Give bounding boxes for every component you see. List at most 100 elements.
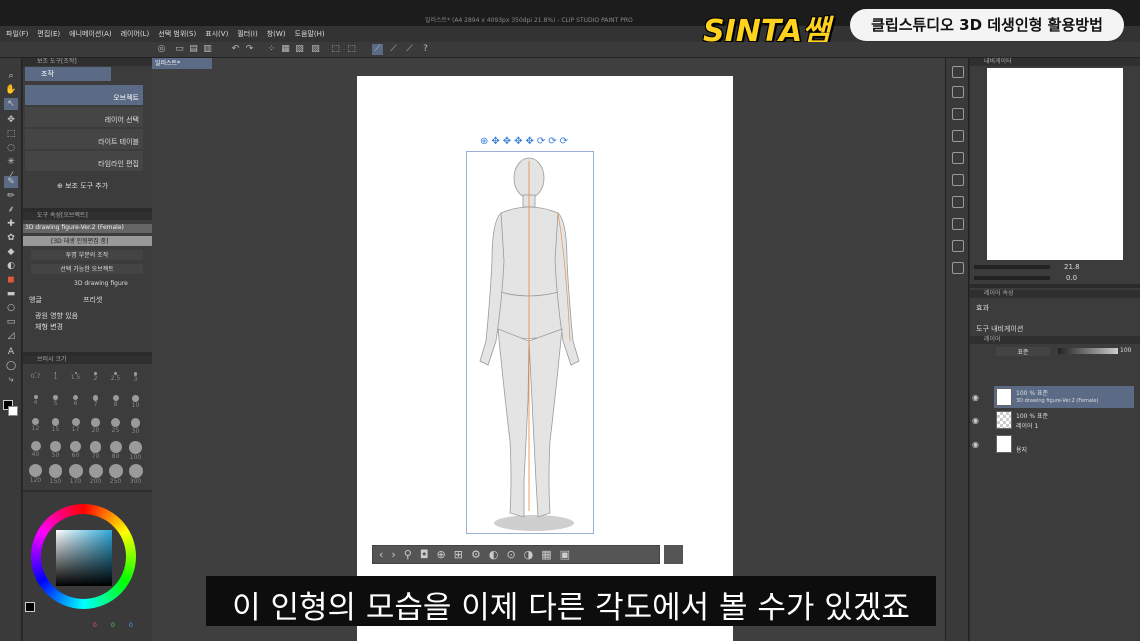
sub-color-swatch[interactable] [8,406,18,416]
rotate-slider[interactable] [974,276,1050,280]
snap-special-icon[interactable]: ⟋ [404,44,415,55]
brush-size-cell[interactable]: 300 [127,462,144,485]
pen-icon[interactable]: ✎ [4,176,18,188]
hand-icon[interactable]: ✋ [4,84,18,96]
rotate-value[interactable]: 0.0 [1066,274,1077,282]
panel-icon-1[interactable] [952,130,964,142]
eraser-icon[interactable]: ◆ [4,246,18,258]
help-icon[interactable]: ? [420,44,431,55]
brush-size-cell[interactable]: 0.7 [27,370,44,392]
layer-row-paper[interactable]: 용지 [994,433,1134,455]
snap-grid-icon[interactable]: ⟋ [388,44,399,55]
3d-drawing-figure[interactable] [466,151,594,534]
subtool-group-tab[interactable]: 조작 [25,67,111,81]
brush-size-cell[interactable]: 200 [87,462,104,485]
brush-size-cell[interactable]: 5 [47,393,64,415]
menu-help[interactable]: 도움말(H) [295,29,325,39]
brush-size-cell[interactable]: 6 [67,393,84,415]
panel-icon-3[interactable] [952,174,964,186]
menu-edit[interactable]: 편집(E) [37,29,60,39]
opacity-slider[interactable] [1058,348,1118,354]
new-file-icon[interactable]: ▭ [174,44,185,55]
color-main-swatch[interactable] [25,602,35,612]
document-tab[interactable]: 일러스트* [152,58,212,69]
brush-size-cell[interactable]: 60 [67,439,84,461]
saturation-square[interactable] [56,530,112,586]
light-source-checkbox[interactable]: 광원 영향 있음 [35,311,78,321]
subtool-item-layer-select[interactable]: 레이어 선택 [25,107,143,127]
zoom-slider[interactable] [974,265,1050,269]
save-icon[interactable]: ▥ [202,44,213,55]
export-icon[interactable] [952,86,964,98]
layer-row-1[interactable]: 100 % 표준 레이어 1 [994,409,1134,431]
clear-icon[interactable]: ⁘ [266,44,277,55]
launcher-menu-icon[interactable] [664,545,683,564]
brush-size-cell[interactable]: 7 [87,393,104,415]
brush-size-cell[interactable]: 30 [127,416,144,438]
brush-size-cell[interactable]: 50 [47,439,64,461]
brush-size-cell[interactable]: 2 [87,370,104,392]
preset-button[interactable]: 프리셋 [83,295,102,305]
decoration-icon[interactable]: ✿ [4,232,18,244]
brush-size-cell[interactable]: 2.5 [107,370,124,392]
brush-size-cell[interactable]: 1.5 [67,370,84,392]
brush-size-cell[interactable]: 17 [67,416,84,438]
operation-icon[interactable]: ↖ [4,98,18,110]
brush-size-cell[interactable]: 10 [127,393,144,415]
app-icon[interactable]: ◎ [156,44,167,55]
opacity-value[interactable]: 100 [1120,347,1131,354]
search-icon[interactable] [952,66,964,78]
cut-icon[interactable]: ▦ [280,44,291,55]
redo-icon[interactable]: ↷ [244,44,255,55]
text-icon[interactable]: A [4,346,18,358]
lasso-icon[interactable]: ◌ [4,142,18,154]
subtool-item-timeline-edit[interactable]: 타임라인 편집 [25,151,143,171]
brush-size-cell[interactable]: 25 [107,416,124,438]
gradient-icon[interactable]: ▬ [4,288,18,300]
brush-size-cell[interactable]: 3 [127,370,144,392]
frame-icon[interactable]: ▭ [4,316,18,328]
menu-animation[interactable]: 애니메이션(A) [69,29,111,39]
blend-mode-select[interactable]: 표준 [996,347,1050,356]
brush-size-cell[interactable]: 80 [107,439,124,461]
fill-icon[interactable]: ◼ [4,274,18,286]
brush-size-cell[interactable]: 4 [27,393,44,415]
airbrush-icon[interactable]: ✚ [4,218,18,230]
zoom-icon[interactable]: ⌕ [4,70,18,82]
zoom-value[interactable]: 21.8 [1064,263,1080,271]
brush-size-cell[interactable]: 20 [87,416,104,438]
launcher-icons[interactable]: ‹›⚲◘⊕⊞⚙◐⊙◑▦▣ [379,548,578,561]
brush-size-cell[interactable]: 15 [47,416,64,438]
brush-size-cell[interactable]: 120 [27,462,44,484]
pencil-icon[interactable]: ✏ [4,190,18,202]
undo-icon[interactable]: ↶ [230,44,241,55]
brush-size-cell[interactable]: 170 [67,462,84,485]
menu-window[interactable]: 창(W) [267,29,286,39]
brush-size-cell[interactable]: 100 [127,439,144,461]
menu-selection[interactable]: 선택 범위(S) [158,29,196,39]
menu-filter[interactable]: 필터(I) [237,29,257,39]
open-file-icon[interactable]: ▤ [188,44,199,55]
brush-size-cell[interactable]: 40 [27,439,44,461]
paste-icon[interactable]: ▨ [310,44,321,55]
navigator-preview[interactable] [987,68,1123,260]
selection-icon[interactable]: ⬚ [4,128,18,140]
selectable-object-select[interactable]: 선택 가능한 오브젝트 [31,264,143,274]
brush-size-cell[interactable]: 150 [47,462,64,485]
panel-icon-7[interactable] [952,262,964,274]
figure-row[interactable]: 3D drawing figure [49,280,137,290]
brush-size-cell[interactable]: 1 [47,370,64,392]
panel-icon-4[interactable] [952,196,964,208]
figure-icon[interactable]: ○ [4,302,18,314]
panel-icon-5[interactable] [952,218,964,230]
snap-ruler-icon[interactable]: ⟋ [372,44,383,55]
menu-file[interactable]: 파일(F) [6,29,28,39]
subtool-item-light-table[interactable]: 라이트 테이블 [25,129,143,149]
subtool-item-object[interactable]: 오브젝트 [25,85,143,105]
brush-size-cell[interactable]: 250 [107,462,124,485]
visibility-eye-icon[interactable]: ◉ [972,393,979,402]
layer-row-3d[interactable]: 100 % 표준 3D drawing figure-Ver.2 (Female… [994,386,1134,408]
object-launcher-bar[interactable]: ‹›⚲◘⊕⊞⚙◐⊙◑▦▣ [372,545,660,564]
move-icon[interactable]: ✥ [4,114,18,126]
brush-size-cell[interactable]: 8 [107,393,124,415]
